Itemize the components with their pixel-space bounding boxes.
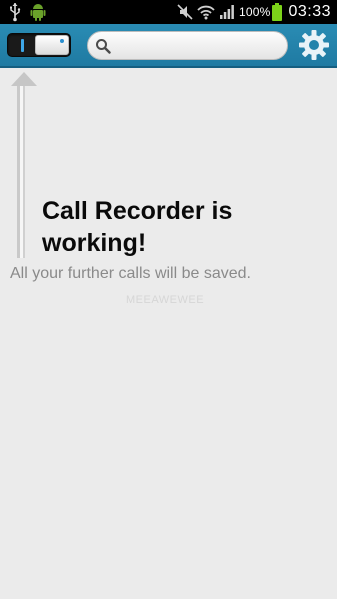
- search-icon: [96, 39, 111, 54]
- search-input[interactable]: [116, 35, 276, 55]
- status-bar: 100% 03:33: [0, 0, 337, 24]
- wifi-icon: [197, 5, 215, 20]
- toggle-thumb[interactable]: [35, 35, 69, 55]
- signal-icon: [219, 5, 234, 19]
- toggle-on-indicator: [21, 39, 24, 52]
- usb-icon: [10, 3, 21, 22]
- android-icon: [30, 4, 46, 21]
- app-screen: 100% 03:33 Call Recorder is working! All…: [0, 0, 337, 599]
- search-box[interactable]: [87, 31, 288, 60]
- watermark: MEEAWEWEE: [126, 294, 205, 306]
- status-bar-right: 100% 03:33: [173, 0, 331, 24]
- clock: 03:33: [288, 3, 331, 20]
- battery-icon: [272, 3, 283, 21]
- mute-icon: [177, 4, 193, 20]
- arrow-up-icon: [11, 72, 37, 258]
- status-headline: Call Recorder is working!: [42, 197, 233, 257]
- action-bar: [0, 24, 337, 68]
- gear-icon[interactable]: [298, 29, 330, 61]
- recording-toggle[interactable]: [7, 33, 71, 57]
- status-subtext: All your further calls will be saved.: [10, 265, 251, 282]
- battery-percent: 100%: [238, 5, 271, 19]
- toggle-dot: [60, 39, 64, 43]
